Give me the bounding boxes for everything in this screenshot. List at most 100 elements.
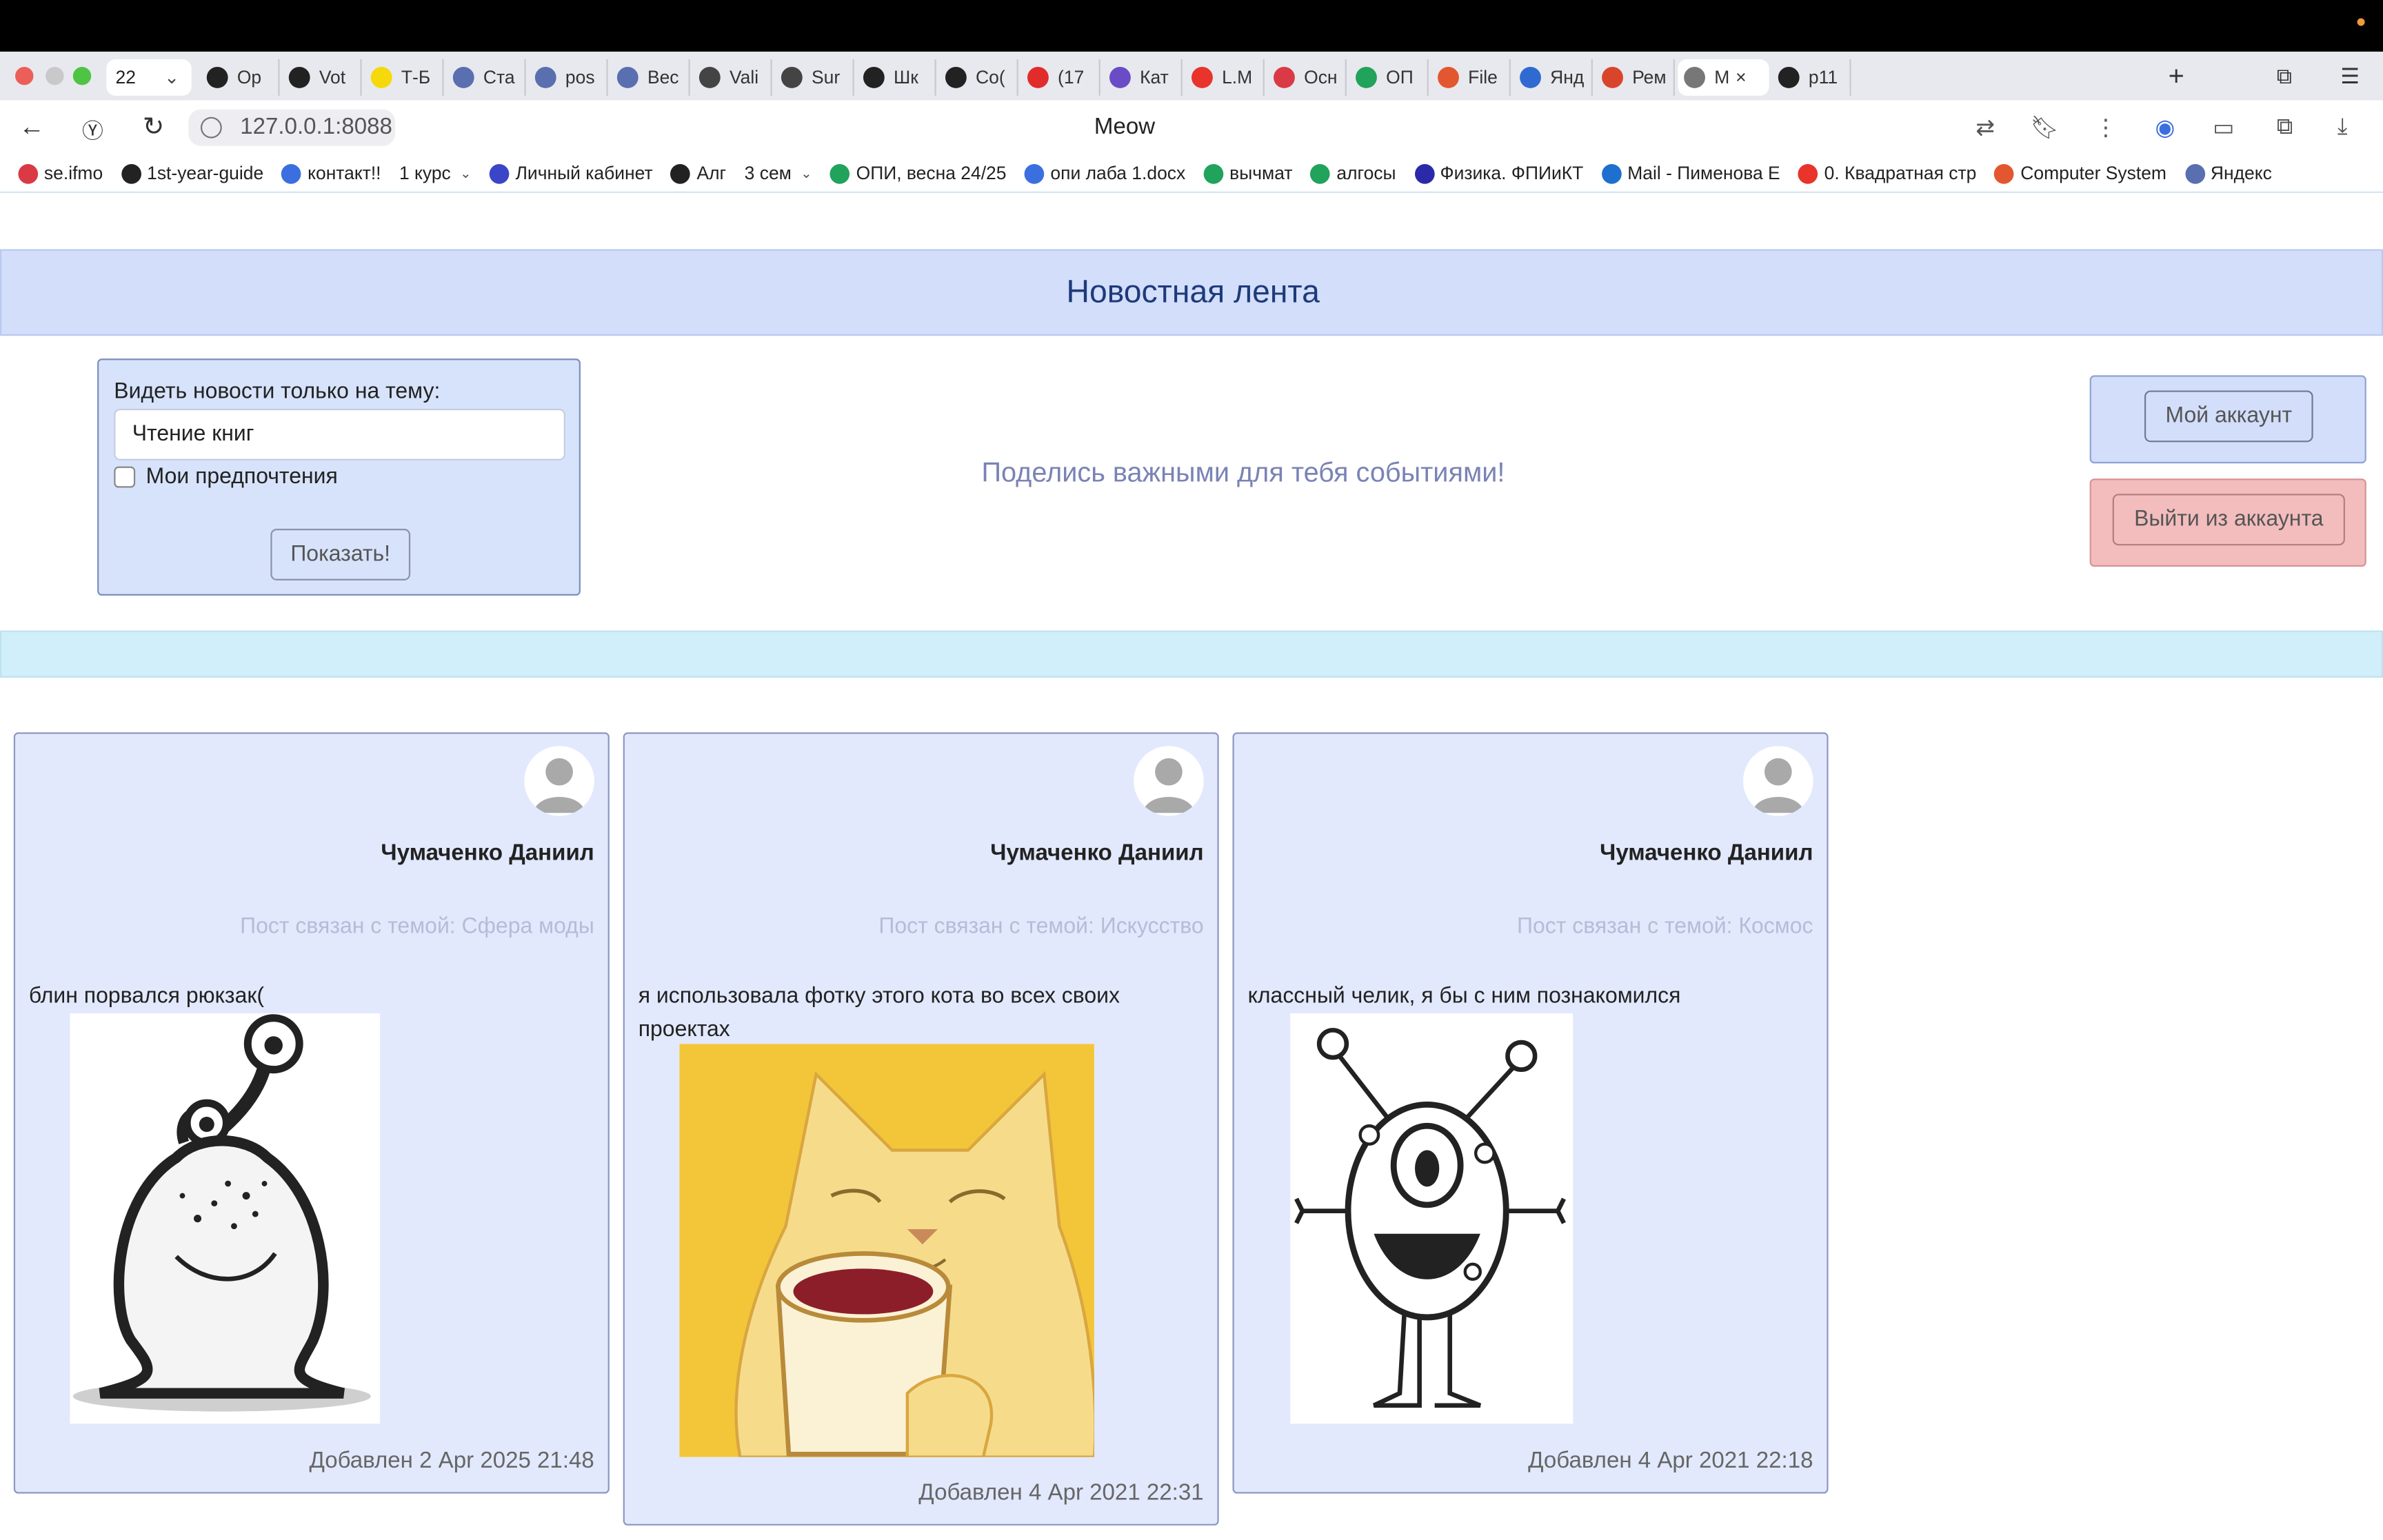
browser-tab[interactable]: Vot [283, 59, 362, 96]
tab-manager-icon[interactable]: ⧉ [2277, 64, 2292, 90]
bookmark-favicon-icon [281, 163, 302, 183]
browser-tab[interactable]: ОП [1349, 59, 1429, 96]
browser-tab[interactable]: Шк [857, 59, 936, 96]
post-date: Добавлен 4 Apr 2021 22:31 [918, 1479, 1204, 1506]
topic-filter-label: Видеть новости только на тему: [114, 380, 441, 405]
bookmark-icon[interactable]: 🔖︎ [2031, 114, 2060, 141]
browser-tab[interactable]: Янд [1514, 59, 1593, 96]
chevron-down-icon: ⌄ [460, 165, 472, 181]
tab-label: L.М [1222, 66, 1253, 88]
header-bar: Новостная лента [0, 249, 2383, 336]
tab-favicon-icon [1356, 66, 1377, 88]
minimize-window-button[interactable] [46, 66, 64, 85]
post-date: Добавлен 2 Apr 2025 21:48 [309, 1448, 594, 1474]
maximize-window-button[interactable] [72, 66, 92, 85]
bookmark-label: 1 курс [399, 162, 451, 184]
bookmark-item[interactable]: Mail - Пименова Е [1601, 163, 1780, 184]
chevron-down-icon: ⌄ [801, 165, 812, 181]
battery-saver-icon[interactable]: ▭ [2213, 114, 2234, 141]
bookmark-item[interactable]: Алг [671, 163, 726, 184]
bookmark-item[interactable]: контакт!! [281, 162, 381, 184]
show-button[interactable]: Показать! [270, 529, 411, 580]
tab-favicon-icon [1684, 66, 1705, 88]
tab-label: File [1468, 66, 1498, 88]
browser-tab[interactable]: File [1431, 59, 1511, 96]
topic-input[interactable]: Чтение книг [114, 408, 565, 460]
post-date: Добавлен 4 Apr 2021 22:18 [1528, 1448, 1813, 1474]
my-account-button[interactable]: Мой аккаунт [2144, 390, 2313, 443]
browser-tab[interactable]: Вес [611, 59, 690, 96]
browser-tab[interactable]: (17 [1021, 59, 1100, 96]
browser-tab[interactable]: Осн [1267, 59, 1347, 96]
tab-label: Vali [729, 66, 759, 88]
preferences-checkbox-label[interactable]: Мои предпочтения [146, 465, 338, 489]
bookmark-label: Яндекс [2210, 162, 2272, 184]
tab-label: Co( [976, 66, 1005, 88]
browser-tab[interactable]: Кат [1103, 59, 1183, 96]
preferences-checkbox[interactable] [114, 466, 136, 488]
browser-tab[interactable]: Рем [1596, 59, 1675, 96]
browser-tab[interactable]: Ста [447, 59, 526, 96]
bookmark-item[interactable]: se.ifmo [18, 163, 103, 184]
bookmark-item[interactable]: 1st-year-guide [121, 162, 264, 184]
browser-tab[interactable]: L.М [1185, 59, 1265, 96]
avatar [1743, 746, 1813, 816]
tab-favicon-icon [781, 66, 803, 88]
tab-label: Т-Б [401, 66, 431, 88]
bookmark-item[interactable]: 0. Квадратная стр [1798, 163, 1976, 184]
extensions-icon[interactable]: ⧉ [2277, 114, 2293, 139]
bookmark-item[interactable]: Computer System [1994, 163, 2166, 184]
menu-bar [0, 0, 2383, 52]
one-eyed-monster-image [1290, 1013, 1573, 1424]
tab-label: Вес [647, 66, 679, 88]
sidebar-menu-icon[interactable]: ☰ [2340, 64, 2360, 90]
bookmark-favicon-icon [1994, 163, 2015, 183]
logout-button[interactable]: Выйти из аккаунта [2112, 494, 2345, 546]
browser-tab[interactable]: Op [201, 59, 280, 96]
tab-group-counter[interactable]: 22 ⌄ [106, 59, 192, 96]
bookmark-favicon-icon [2184, 163, 2205, 183]
tab-favicon-icon [1520, 66, 1541, 88]
browser-tab[interactable]: Sur [775, 59, 854, 96]
status-dot [2357, 18, 2365, 26]
tab-favicon-icon [370, 66, 392, 88]
browser-tab[interactable]: М × [1678, 59, 1769, 96]
browser-tab[interactable]: Т-Б [365, 59, 444, 96]
bookmark-item[interactable]: Физика. ФПИиКТ [1414, 163, 1583, 184]
bookmark-folder[interactable]: 3 сем ⌄ [745, 163, 812, 184]
bookmarks-bar: se.ifmo 1st-year-guide контакт!! 1 курс ⌄ Лич… [0, 154, 2383, 192]
tab-favicon-icon [206, 66, 228, 88]
close-tab-icon[interactable]: × [1736, 67, 1746, 88]
tab-label: Осн [1304, 66, 1338, 88]
browser-tab[interactable]: p11 [1772, 59, 1851, 96]
bookmark-item[interactable]: алгосы [1310, 163, 1396, 184]
bookmark-item[interactable]: Личный кабинет [490, 163, 653, 184]
bookmark-label: 1st-year-guide [147, 162, 264, 184]
tab-favicon-icon [288, 66, 310, 88]
tab-favicon-icon [1027, 66, 1049, 88]
bookmark-item[interactable]: ОПИ, весна 24/25 [830, 163, 1006, 184]
bookmark-label: контакт!! [308, 162, 381, 184]
bookmark-item[interactable]: вычмат [1203, 163, 1292, 184]
more-options-icon[interactable]: ⋮ [2094, 114, 2117, 141]
browser-tab[interactable]: Co( [939, 59, 1018, 96]
tab-strip: 22 ⌄ Op Vot Т-Б Ста pos Вес Vali Sur Шк Co( (17 Кат… [0, 51, 2383, 101]
bookmark-label: 3 сем [744, 162, 792, 184]
bookmark-item[interactable]: опи лаба 1.docx [1024, 162, 1186, 184]
tab-count-label: 22 [115, 66, 136, 88]
downloads-icon[interactable]: ⤓ [2337, 114, 2348, 139]
bookmark-label: опи лаба 1.docx [1050, 162, 1186, 184]
bookmark-item[interactable]: Яндекс [2184, 162, 2272, 184]
browser-tab[interactable]: pos [529, 59, 608, 96]
bookmark-folder[interactable]: 1 курс ⌄ [399, 163, 472, 184]
close-window-button[interactable] [15, 66, 34, 85]
bookmark-favicon-icon [830, 163, 850, 183]
post-topic: Пост связан с темой: Космос [1517, 914, 1813, 940]
alice-assistant-icon[interactable]: ◉ [2155, 114, 2175, 141]
tab-label: Op [237, 66, 262, 88]
tab-favicon-icon [1778, 66, 1800, 88]
new-tab-button[interactable]: + [2158, 59, 2195, 96]
translate-icon[interactable]: ⇄ [1975, 114, 1995, 141]
browser-tab[interactable]: Vali [693, 59, 772, 96]
post-topic: Пост связан с темой: Искусство [878, 914, 1204, 940]
